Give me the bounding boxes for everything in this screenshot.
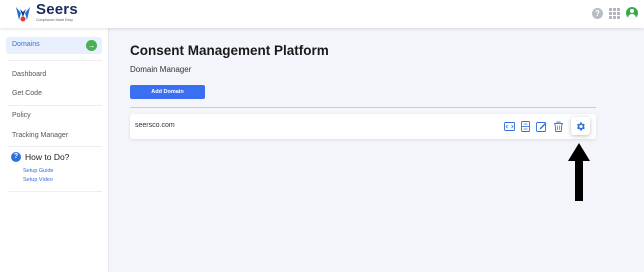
sidebar-item-label: Domains: [12, 41, 40, 48]
user-avatar-icon[interactable]: [626, 7, 638, 19]
arrow-right-icon: →: [86, 40, 97, 51]
top-bar: Seers Compliance Made Easy ?: [0, 0, 644, 28]
sidebar-item-get-code[interactable]: Get Code: [12, 90, 42, 97]
how-to-title: How to Do?: [25, 152, 70, 162]
brand-tagline: Compliance Made Easy: [36, 18, 73, 22]
seers-logo-icon: [16, 7, 30, 22]
trash-icon[interactable]: [553, 121, 564, 132]
brand-name: Seers: [36, 1, 78, 18]
domain-settings-button[interactable]: [571, 117, 590, 135]
help-icon[interactable]: ?: [592, 7, 603, 19]
page-title: Consent Management Platform: [130, 43, 329, 58]
edit-icon[interactable]: [536, 121, 547, 132]
setup-guide-link[interactable]: Setup Guide: [23, 168, 54, 174]
sidebar-item-domains[interactable]: Domains →: [6, 37, 102, 54]
setup-video-link[interactable]: Setup Video: [23, 177, 53, 183]
sidebar: Domains → Dashboard Get Code Policy Trac…: [0, 28, 109, 272]
divider: [8, 105, 102, 106]
question-icon: ?: [11, 152, 21, 162]
divider: [8, 60, 102, 61]
database-icon[interactable]: [520, 121, 531, 132]
domain-name: seersco.com: [135, 122, 175, 129]
apps-grid-icon[interactable]: [609, 7, 620, 19]
sidebar-item-dashboard[interactable]: Dashboard: [12, 71, 46, 78]
divider: [130, 107, 596, 108]
sidebar-item-tracking-manager[interactable]: Tracking Manager: [12, 132, 68, 139]
gear-icon: [577, 121, 585, 131]
annotation-arrow-icon: [568, 143, 590, 201]
divider: [8, 146, 102, 147]
divider: [8, 191, 102, 192]
code-icon[interactable]: [504, 121, 515, 132]
add-domain-button[interactable]: Add Domain: [130, 85, 205, 99]
domain-row: seersco.com: [130, 114, 596, 139]
sidebar-item-policy[interactable]: Policy: [12, 112, 31, 119]
how-to-section: ? How to Do?: [11, 152, 69, 162]
brand-logo[interactable]: Seers Compliance Made Easy: [13, 1, 78, 23]
page-subtitle: Domain Manager: [130, 65, 192, 74]
